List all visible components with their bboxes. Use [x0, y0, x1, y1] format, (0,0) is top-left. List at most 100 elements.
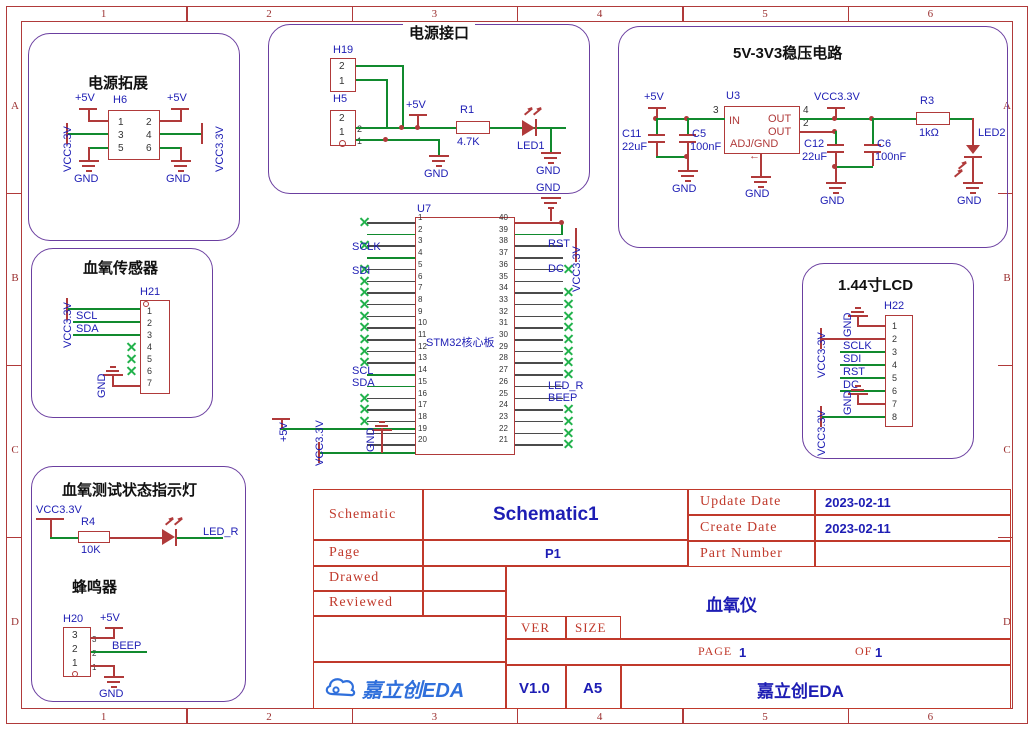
zone-col-5-bot: 5	[762, 711, 768, 723]
mcu-left-nc-1	[359, 217, 368, 226]
mcu-left-pin-num-18: 18	[418, 411, 427, 421]
net-label-gnd-mcu: GND	[365, 427, 377, 452]
net-label-vcc-mcu-right: VCC3.3V	[571, 246, 583, 292]
mcu-left-pin-num-14: 14	[418, 365, 427, 375]
wire-adj-gnd	[760, 154, 762, 176]
mcu-left-pin-num-20: 20	[418, 435, 427, 445]
h5-pin-label-1: 1	[357, 136, 363, 146]
cap-c12-value: 22uF	[802, 151, 828, 163]
mcu-left-pin-num-12: 12	[418, 341, 427, 351]
net-label-vcc-spo2: VCC3.3V	[62, 302, 74, 348]
gnd-bar-1b	[82, 165, 95, 167]
cap-c12-designator: C12	[804, 138, 825, 150]
net-label-vcc-statusled: VCC3.3V	[36, 504, 82, 516]
gnd-bar-1c	[86, 170, 92, 172]
tb-cell-reviewed-value[interactable]	[423, 591, 506, 616]
net-label-5v-left: +5V	[75, 92, 95, 104]
zone-row-D-left: D	[11, 616, 19, 628]
net-label-5v-reg: +5V	[644, 91, 664, 103]
mcu-right-pin-num-40: 40	[499, 213, 508, 222]
zone-col-1-top: 1	[100, 8, 107, 20]
wire-h5-p1	[356, 139, 440, 141]
net-label-sda-mcu: SDA	[352, 377, 375, 389]
resistor-r4-value: 10K	[81, 544, 101, 556]
block-title-status-led: 血氧测试状态指示灯	[62, 482, 198, 499]
mcu-right-pin-num-37: 37	[499, 248, 508, 258]
wire-r3-led2	[950, 118, 974, 120]
gnd-mcu-b	[375, 425, 388, 427]
power-symbol-5v-buzzer	[105, 627, 123, 629]
wire-h6-p5-dn	[88, 147, 90, 161]
gnd-reg3-c	[833, 192, 839, 194]
h22-pin-3: 3	[892, 347, 898, 357]
wire-h22-p7-gnd	[857, 403, 885, 405]
resistor-r3-value: 1kΩ	[919, 127, 939, 139]
gnd-bar-2c	[178, 170, 184, 172]
mcu-left-pin-num-7: 7	[418, 283, 423, 293]
mcu-left-pin-wire-8	[367, 303, 415, 306]
h22-pin-2: 2	[892, 334, 898, 344]
net-label-gnd-right: GND	[166, 173, 191, 185]
mcu-left-nc-18	[359, 416, 368, 425]
mcu-left-pin-wire-7	[367, 292, 415, 294]
mcu-left-pin-wire-1	[367, 222, 415, 224]
resistor-r4-body	[78, 531, 110, 543]
mcu-right-nc-30	[563, 334, 572, 343]
wire-gnd-reg3	[835, 166, 837, 182]
mcu-right-pin-wire-21	[515, 444, 563, 446]
net-label-gnd-reg1: GND	[672, 183, 697, 195]
gnd-reg2-b	[754, 181, 767, 183]
power-vcc-reg-stub	[835, 108, 837, 119]
zone-row-tick	[6, 537, 21, 539]
tb-cell-partnum-value[interactable]	[815, 541, 1011, 567]
wire-gnd-u7	[550, 207, 552, 221]
wire-h22-p8-vcc	[820, 416, 885, 418]
mcu-right-pin-num-30: 30	[499, 330, 508, 339]
net-label-gnd-left: GND	[74, 173, 99, 185]
regulator-u3-designator: U3	[726, 90, 741, 102]
mcu-left-pin-num-6: 6	[418, 271, 423, 281]
tb-cell-drawed-value[interactable]	[423, 566, 506, 591]
net-label-beep-mcu: BEEP	[548, 392, 578, 404]
h6-pin-2: 2	[146, 117, 152, 128]
gnd-bar-2a	[171, 160, 191, 162]
u3-in-label: IN	[729, 115, 740, 127]
mcu-right-pin-num-24: 24	[499, 400, 508, 410]
wire-gnd-reg1	[687, 156, 689, 170]
h22-pin-8: 8	[892, 412, 898, 422]
wire-h20-p3	[91, 637, 115, 639]
tb-value-create-date: 2023-02-11	[825, 521, 891, 536]
wire-h22-gnd-up	[857, 316, 859, 326]
u3-out-label-2: OUT	[768, 126, 792, 138]
net-label-vcc-reg: VCC3.3V	[814, 91, 860, 103]
connector-h22-body	[885, 315, 913, 427]
h21-pin-1: 1	[147, 306, 153, 316]
cap-c6-value: 100nF	[875, 151, 907, 163]
power-symbol-5v-left	[79, 108, 97, 110]
mcu-right-pin-num-26: 26	[499, 376, 508, 386]
cap-c12-plate1	[827, 144, 844, 146]
mcu-right-nc-23	[563, 416, 572, 425]
gnd-led1-a	[541, 152, 561, 154]
tb-value-company-name: 嘉立创EDA	[757, 682, 844, 701]
mcu-right-pin-wire-35	[515, 280, 563, 283]
mcu-left-pin-wire-16	[367, 397, 415, 400]
wire-h6-p6-dn	[180, 147, 182, 161]
zone-col-tick	[847, 709, 849, 724]
wire-h6-p2-up	[180, 110, 182, 121]
mcu-right-nc-32	[563, 311, 572, 320]
gnd-lcd1-c	[855, 307, 861, 309]
led2-designator: LED2	[978, 127, 1006, 139]
connector-h6-designator: H6	[113, 94, 128, 106]
wire-h19-p2-dn	[402, 65, 404, 128]
h6-pin-1: 1	[118, 117, 124, 128]
mcu-left-pin-wire-17	[367, 409, 415, 411]
block-title-lcd: 1.44寸LCD	[838, 277, 914, 294]
mcu-left-pin-num-10: 10	[418, 318, 427, 328]
mcu-right-pin-num-32: 32	[499, 306, 508, 316]
led2-triangle	[966, 145, 980, 154]
gnd-u7-a	[541, 197, 561, 199]
mcu-right-pin-wire-22	[515, 432, 563, 435]
cap-c11-designator: C11	[622, 128, 642, 140]
h5-pin-2: 2	[339, 113, 345, 124]
